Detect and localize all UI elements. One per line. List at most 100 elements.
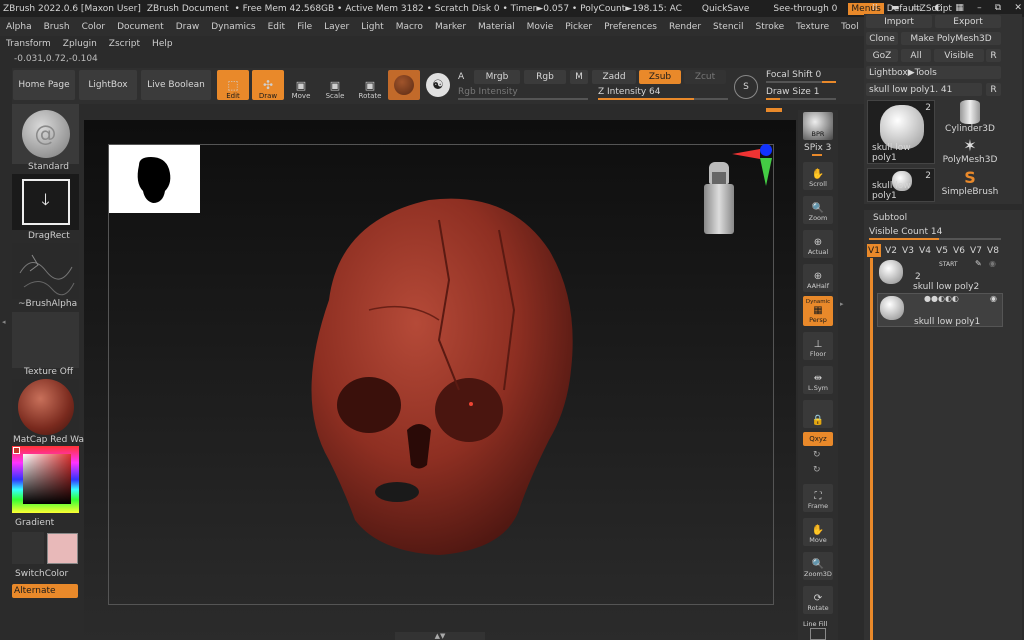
make-polymesh-button[interactable]: Make PolyMesh3D: [901, 32, 1001, 45]
rgb-intensity-slider[interactable]: Rgb Intensity: [458, 87, 518, 97]
tool-thumb-skull-2[interactable]: 2 skull low poly1: [867, 168, 935, 202]
alternate-button[interactable]: Alternate: [12, 584, 78, 598]
see-through-slider[interactable]: See-through 0: [770, 4, 840, 14]
menu-light[interactable]: Light: [355, 22, 389, 32]
menu-help[interactable]: Help: [146, 39, 179, 49]
main-color-swatch[interactable]: [12, 532, 44, 564]
secondary-color-swatch[interactable]: [47, 533, 78, 564]
mrgb-button[interactable]: Mrgb: [474, 70, 520, 84]
menu-draw[interactable]: Draw: [170, 22, 206, 32]
subtool-tab-v8[interactable]: V8: [986, 244, 1000, 257]
subtool-tab-v7[interactable]: V7: [969, 244, 983, 257]
menu-zscript[interactable]: Zscript: [103, 39, 146, 49]
menu-transform[interactable]: Transform: [0, 39, 57, 49]
visible-count-slider[interactable]: Visible Count 14: [869, 227, 942, 237]
import-button[interactable]: Import: [866, 15, 932, 28]
zoom3d-button[interactable]: 🔍 Zoom3D: [803, 552, 833, 580]
bpr-button[interactable]: BPR: [803, 112, 833, 140]
all-button[interactable]: All: [901, 49, 931, 62]
subtool-tab-v4[interactable]: V4: [918, 244, 932, 257]
material-swatch-button[interactable]: [388, 70, 420, 100]
left-tray-toggle-icon[interactable]: ◂: [2, 318, 8, 338]
subtool-tab-v3[interactable]: V3: [901, 244, 915, 257]
dragrect-stroke-thumb[interactable]: 🡓: [12, 174, 79, 230]
menu-layer[interactable]: Layer: [318, 22, 355, 32]
menu-render[interactable]: Render: [663, 22, 707, 32]
lazymouse-icon[interactable]: S: [734, 75, 758, 99]
menu-marker[interactable]: Marker: [429, 22, 472, 32]
menu-movie[interactable]: Movie: [521, 22, 560, 32]
orientation-gizmo[interactable]: [692, 144, 772, 246]
lightbox-button[interactable]: LightBox: [79, 70, 137, 100]
rotate-z-icon[interactable]: ↻: [813, 465, 821, 475]
color-picker[interactable]: [12, 446, 79, 513]
a-toggle[interactable]: A: [458, 72, 464, 82]
menu-material[interactable]: Material: [472, 22, 521, 32]
menu-edit[interactable]: Edit: [262, 22, 291, 32]
actual-button[interactable]: ⊕ Actual: [803, 230, 833, 258]
zadd-button[interactable]: Zadd: [592, 70, 636, 84]
zcut-button[interactable]: Zcut: [684, 70, 726, 84]
clone-button[interactable]: Clone: [866, 32, 898, 45]
menu-picker[interactable]: Picker: [559, 22, 598, 32]
line-fill-label[interactable]: Line Fill: [803, 620, 827, 628]
visible-button[interactable]: Visible: [934, 49, 984, 62]
texture-thumb[interactable]: [12, 312, 79, 368]
subtool-item-1[interactable]: 2 START ✎ ◉ skull low poly2: [877, 258, 1003, 292]
export-button[interactable]: Export: [935, 15, 1001, 28]
yin-yang-icon[interactable]: ☯: [426, 73, 450, 97]
tool-thumb-skull-1[interactable]: 2 skull low poly1: [867, 100, 935, 164]
bottom-tray-toggle-icon[interactable]: ▲▼: [395, 632, 485, 640]
right-tray-toggle-icon[interactable]: ▸: [840, 300, 846, 340]
rotate-y-icon[interactable]: ↻: [813, 450, 821, 460]
rotate-button[interactable]: ▣ Rotate: [355, 72, 385, 100]
subtool-list-scrollbar[interactable]: [870, 258, 873, 640]
skull-model[interactable]: [289, 190, 589, 560]
brush-alpha-thumb[interactable]: [12, 243, 79, 299]
spix-slider[interactable]: SPix 3: [804, 143, 831, 153]
menu-preferences[interactable]: Preferences: [598, 22, 663, 32]
z-intensity-slider[interactable]: Z Intensity 64: [598, 87, 661, 97]
draw-button[interactable]: ✣ Draw: [252, 70, 284, 100]
standard-brush-thumb[interactable]: @: [12, 104, 79, 164]
subtool-tab-v5[interactable]: V5: [935, 244, 949, 257]
r-button-2[interactable]: R: [986, 83, 1001, 96]
rgb-button[interactable]: Rgb: [524, 70, 566, 84]
subtool-1-brush-icon[interactable]: ✎: [975, 259, 982, 268]
xyz-button[interactable]: Qxyz: [803, 432, 833, 446]
subtool-2-eye-icon[interactable]: ◉: [990, 294, 997, 303]
menu-macro[interactable]: Macro: [390, 22, 429, 32]
document-canvas[interactable]: [84, 120, 796, 640]
r-button[interactable]: R: [986, 49, 1001, 62]
m-button[interactable]: M: [570, 70, 588, 84]
current-tool-slider[interactable]: skull low poly1. 41: [866, 83, 982, 96]
live-boolean-button[interactable]: Live Boolean: [141, 70, 211, 100]
home-page-button[interactable]: Home Page: [13, 70, 75, 100]
menu-file[interactable]: File: [291, 22, 318, 32]
aahalf-button[interactable]: ⊕ AAHalf: [803, 264, 833, 292]
persp-button[interactable]: Dynamic ▦ Persp: [803, 296, 833, 326]
floor-button[interactable]: ⊥ Floor: [803, 332, 833, 360]
zoom-button[interactable]: 🔍 Zoom: [803, 196, 833, 224]
menu-dynamics[interactable]: Dynamics: [205, 22, 261, 32]
scroll-button[interactable]: ✋ Scroll: [803, 162, 833, 190]
menu-document[interactable]: Document: [111, 22, 170, 32]
menu-tool[interactable]: Tool: [835, 22, 864, 32]
menu-zplugin[interactable]: Zplugin: [57, 39, 103, 49]
menu-stencil[interactable]: Stencil: [707, 22, 749, 32]
subtool-tab-v1[interactable]: V1: [867, 244, 881, 257]
switch-color-label[interactable]: SwitchColor: [15, 569, 68, 579]
frame-button[interactable]: ⛶ Frame: [803, 484, 833, 512]
lock-button[interactable]: 🔒: [803, 400, 833, 428]
polymesh3d-tool[interactable]: ✶ PolyMesh3D: [940, 136, 1000, 166]
dynamic-size-indicator[interactable]: [766, 108, 782, 112]
focal-shift-slider[interactable]: Focal Shift 0: [766, 70, 821, 80]
draw-size-slider[interactable]: Draw Size 1: [766, 87, 819, 97]
subtool-1-eye-icon[interactable]: ◉: [989, 259, 996, 268]
subtool-2-toggles-icon[interactable]: ●●◐◐◐: [924, 294, 959, 303]
rotate-view-button[interactable]: ⟳ Rotate: [803, 586, 833, 614]
move-view-button[interactable]: ✋ Move: [803, 518, 833, 546]
subtool-tab-v2[interactable]: V2: [884, 244, 898, 257]
zsub-button[interactable]: Zsub: [639, 70, 681, 84]
material-thumb[interactable]: [12, 379, 79, 435]
